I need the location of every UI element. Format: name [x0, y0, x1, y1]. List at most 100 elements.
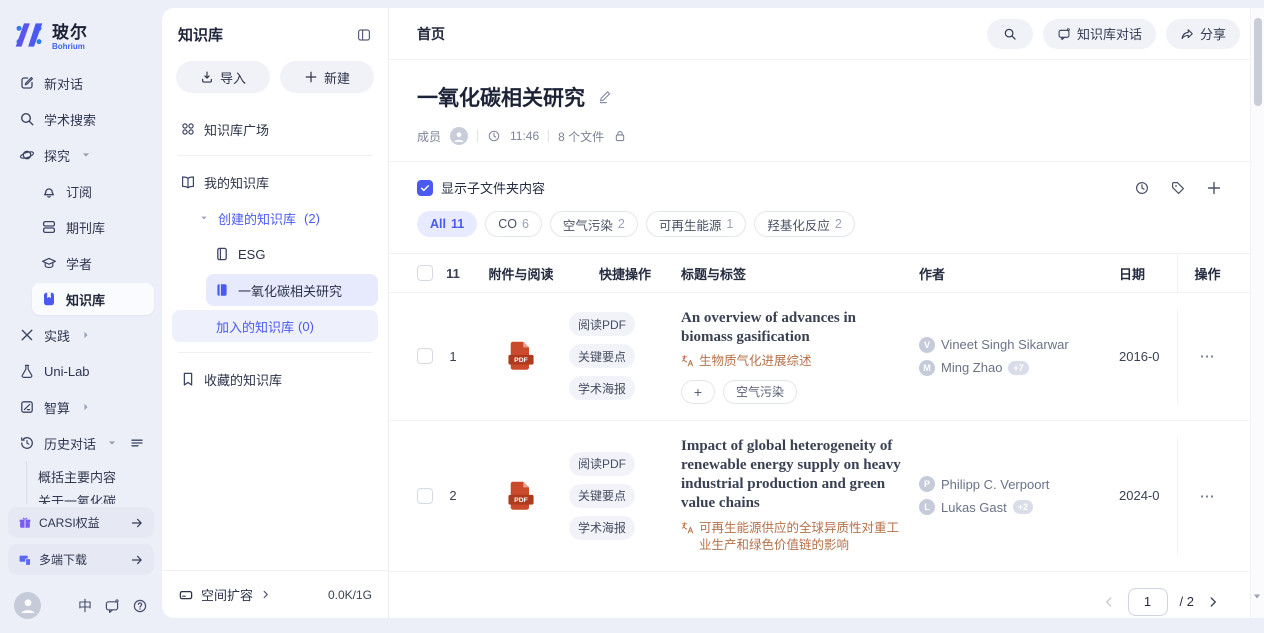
pagination-next-icon[interactable]	[1206, 595, 1220, 609]
paper-title[interactable]: Impact of global heterogeneity of renewa…	[681, 437, 919, 514]
filter-pill-all[interactable]: All 11	[417, 211, 477, 237]
sidebar-item-subscribe[interactable]: 订阅	[32, 175, 154, 207]
paper-subtitle-cn[interactable]: 生物质气化进展综述	[681, 353, 919, 371]
member-avatar[interactable]	[450, 127, 468, 145]
author-avatar: M	[919, 360, 935, 376]
author-name[interactable]: Vineet Singh Sikarwar	[941, 337, 1069, 352]
paper-subtitle-cn[interactable]: 可再生能源供应的全球异质性对重工业生产和绿色价值链的影响	[681, 520, 919, 555]
sidebar-item-knowledge-base[interactable]: 知识库	[32, 283, 154, 315]
filter-pill-renewable[interactable]: 可再生能源 1	[646, 211, 746, 237]
breadcrumb-home[interactable]: 首页	[417, 24, 445, 44]
key-points-button[interactable]: 关键要点	[569, 484, 635, 508]
filter-count: 11	[451, 217, 464, 231]
subtitle-text: 生物质气化进展综述	[699, 353, 812, 371]
add-icon[interactable]	[1206, 180, 1222, 196]
author-name[interactable]: Philipp C. Verpoort	[941, 477, 1049, 492]
help-icon[interactable]	[132, 598, 148, 614]
pagination-page-input[interactable]: 1	[1128, 588, 1168, 616]
share-button[interactable]: 分享	[1166, 19, 1240, 49]
sidebar-item-new-chat[interactable]: 新对话	[10, 67, 154, 99]
author-name[interactable]: Ming Zhao	[941, 360, 1002, 375]
scrollbar-down-arrow[interactable]	[1253, 592, 1261, 600]
page-title: 一氧化碳相关研究	[417, 82, 585, 112]
my-kb-item[interactable]: 我的知识库	[172, 166, 378, 198]
filter-pill-co[interactable]: CO 6	[485, 211, 542, 237]
title-edit-icon[interactable]	[597, 89, 613, 105]
lock-icon[interactable]	[613, 129, 627, 143]
list-icon[interactable]	[129, 435, 145, 451]
kb-square-label: 知识库广场	[204, 120, 269, 139]
academic-poster-button[interactable]: 学术海报	[569, 516, 635, 540]
quick-actions: 阅读PDF 关键要点 学术海报	[569, 452, 681, 540]
paper-title[interactable]: An overview of advances in biomass gasif…	[681, 309, 919, 347]
read-pdf-button[interactable]: 阅读PDF	[569, 452, 635, 476]
filter-pill-hydroxylation[interactable]: 羟基化反应 2	[754, 211, 854, 237]
chip-icon	[19, 399, 35, 415]
academic-poster-button[interactable]: 学术海报	[569, 376, 635, 400]
translate-icon	[681, 521, 695, 535]
sidebar-item-history-chat[interactable]: 历史对话	[10, 427, 154, 459]
history-item[interactable]: 概括主要内容	[38, 461, 154, 491]
kb-item-esg[interactable]: ESG	[206, 238, 378, 270]
created-kb-group[interactable]: 创建的知识库 (2)	[190, 202, 378, 234]
select-all-checkbox[interactable]	[417, 265, 433, 281]
sidebar-item-scholars[interactable]: 学者	[32, 247, 154, 279]
sidebar-item-uni-lab[interactable]: Uni-Lab	[10, 355, 154, 387]
read-pdf-button[interactable]: 阅读PDF	[569, 312, 635, 336]
table-row: 2 PDF 阅读PDF 关键要点 学术海报 Impact of global h…	[389, 421, 1250, 572]
kb-item-co-research[interactable]: 一氧化碳相关研究	[206, 274, 378, 306]
search-button[interactable]	[987, 19, 1033, 49]
create-button[interactable]: 新建	[280, 61, 374, 93]
add-tag-button[interactable]: +	[681, 380, 715, 404]
row-more-button[interactable]: ⋯	[1200, 487, 1216, 505]
storage-upgrade-link[interactable]: 空间扩容	[201, 585, 253, 604]
pdf-icon[interactable]: PDF	[507, 480, 535, 512]
date-cell: 2024-0	[1119, 488, 1177, 503]
key-points-button[interactable]: 关键要点	[569, 344, 635, 368]
feedback-chat-icon[interactable]	[104, 598, 120, 614]
scrollbar-thumb[interactable]	[1254, 18, 1262, 106]
sidebar-item-journals[interactable]: 期刊库	[32, 211, 154, 243]
author-more-badge[interactable]: +2	[1013, 500, 1033, 514]
translate-icon	[681, 354, 695, 368]
sidebar-promo-carsi[interactable]: CARSI权益	[8, 507, 154, 538]
subfolder-checkbox[interactable]	[417, 180, 433, 196]
import-button[interactable]: 导入	[176, 61, 270, 93]
user-avatar[interactable]	[14, 592, 41, 619]
pagination-total: / 2	[1180, 594, 1194, 609]
row-more-button[interactable]: ⋯	[1200, 347, 1216, 365]
kb-chat-button[interactable]: 知识库对话	[1043, 19, 1156, 49]
row-checkbox[interactable]	[417, 348, 433, 364]
tag-pill[interactable]: 空气污染	[723, 380, 797, 404]
sidebar-item-smart-compute[interactable]: 智算	[10, 391, 154, 423]
subtitle-text: 可再生能源供应的全球异质性对重工业生产和绿色价值链的影响	[699, 520, 909, 555]
tag-filter-icon[interactable]	[1170, 180, 1186, 196]
history-item-label: 关于一氧化碳	[38, 491, 116, 504]
sidebar-item-label: 知识库	[66, 290, 105, 309]
author-more-badge[interactable]: +7	[1008, 361, 1028, 375]
kb-square-item[interactable]: 知识库广场	[172, 113, 378, 145]
filter-pill-air-pollution[interactable]: 空气污染 2	[550, 211, 638, 237]
sidebar-item-label: 新对话	[44, 74, 83, 93]
divider	[178, 352, 372, 353]
sidebar-item-explore[interactable]: 探究	[10, 139, 154, 171]
favorite-kb-item[interactable]: 收藏的知识库	[172, 363, 378, 395]
joined-kb-group[interactable]: 加入的知识库 (0)	[172, 310, 378, 342]
flask-icon	[19, 363, 35, 379]
chevron-right-icon[interactable]	[260, 589, 271, 600]
row-checkbox[interactable]	[417, 488, 433, 504]
author-name[interactable]: Lukas Gast	[941, 500, 1007, 515]
panel-collapse-icon[interactable]	[356, 27, 372, 43]
sidebar-item-label: 学者	[66, 254, 92, 273]
sidebar-item-practice[interactable]: 实践	[10, 319, 154, 351]
sidebar-item-academic-search[interactable]: 学术搜索	[10, 103, 154, 135]
history-item[interactable]: 关于一氧化碳	[38, 491, 154, 504]
planet-icon	[19, 147, 35, 163]
pdf-icon[interactable]: PDF	[507, 340, 535, 372]
sidebar-promo-download[interactable]: 多端下载	[8, 544, 154, 575]
pagination-prev-icon[interactable]	[1102, 595, 1116, 609]
clock-icon	[487, 129, 501, 143]
language-button[interactable]: 中	[78, 596, 92, 616]
brand-logo[interactable]: 玻尔 Bohrium	[0, 14, 162, 65]
sort-time-icon[interactable]	[1134, 180, 1150, 196]
